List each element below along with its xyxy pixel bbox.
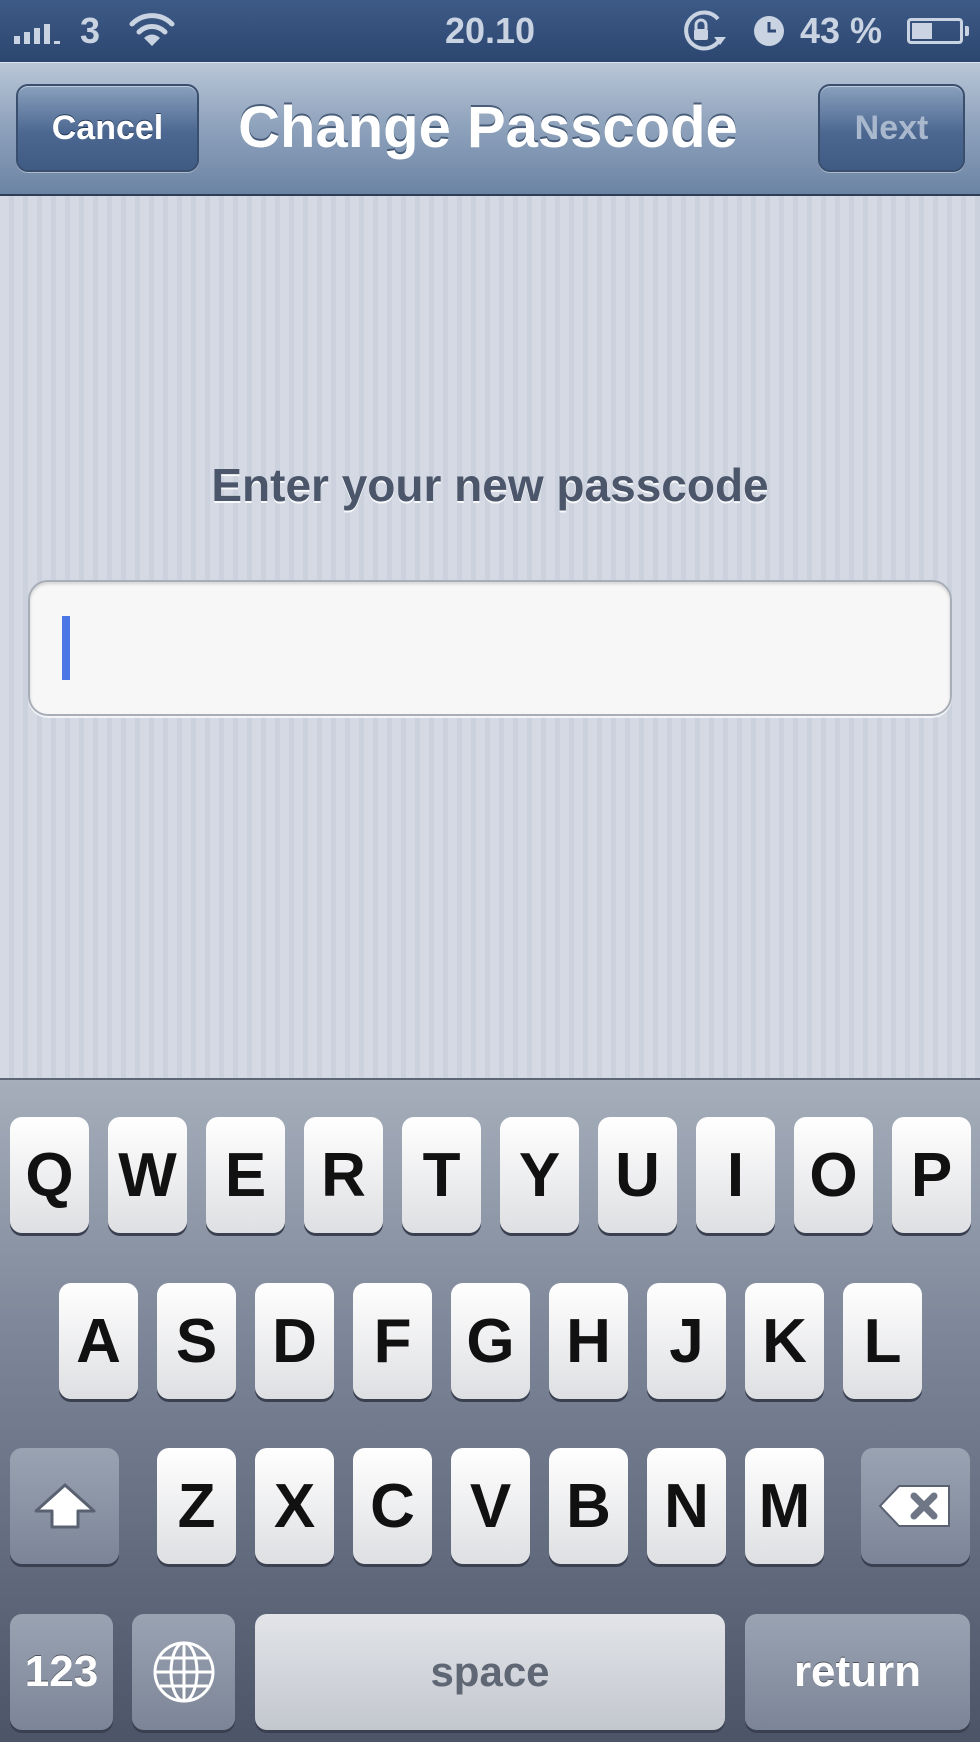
key-d[interactable]: D <box>255 1283 334 1399</box>
navigation-bar: Change Passcode Cancel Next <box>0 62 980 196</box>
shift-key[interactable] <box>10 1448 119 1564</box>
key-y[interactable]: Y <box>500 1117 579 1233</box>
cancel-button[interactable]: Cancel <box>16 84 199 172</box>
key-i[interactable]: I <box>696 1117 775 1233</box>
key-w[interactable]: W <box>108 1117 187 1233</box>
alarm-clock-icon <box>752 0 786 62</box>
numbers-key[interactable]: 123 <box>10 1614 113 1730</box>
key-c[interactable]: C <box>353 1448 432 1564</box>
key-o[interactable]: O <box>794 1117 873 1233</box>
key-n[interactable]: N <box>647 1448 726 1564</box>
shift-icon <box>34 1483 95 1529</box>
return-key[interactable]: return <box>745 1614 970 1730</box>
key-f[interactable]: F <box>353 1283 432 1399</box>
globe-icon <box>153 1641 214 1703</box>
backspace-icon <box>878 1485 950 1527</box>
rotation-lock-icon <box>678 0 730 62</box>
keyboard: Q W E R T Y U I O P A S D F G H J K L Z … <box>0 1078 980 1742</box>
status-bar: 3 20.10 43 % <box>0 0 980 62</box>
next-button[interactable]: Next <box>818 84 965 172</box>
passcode-prompt: Enter your new passcode <box>211 459 769 511</box>
key-u[interactable]: U <box>598 1117 677 1233</box>
backspace-key[interactable] <box>861 1448 970 1564</box>
key-r[interactable]: R <box>304 1117 383 1233</box>
battery-icon <box>907 0 969 62</box>
key-v[interactable]: V <box>451 1448 530 1564</box>
key-z[interactable]: Z <box>157 1448 236 1564</box>
key-s[interactable]: S <box>157 1283 236 1399</box>
key-e[interactable]: E <box>206 1117 285 1233</box>
space-key[interactable]: space <box>255 1614 725 1730</box>
key-q[interactable]: Q <box>10 1117 89 1233</box>
key-p[interactable]: P <box>892 1117 971 1233</box>
key-b[interactable]: B <box>549 1448 628 1564</box>
key-g[interactable]: G <box>451 1283 530 1399</box>
key-l[interactable]: L <box>843 1283 922 1399</box>
passcode-input[interactable] <box>28 580 952 716</box>
key-k[interactable]: K <box>745 1283 824 1399</box>
key-h[interactable]: H <box>549 1283 628 1399</box>
battery-percent: 43 % <box>800 10 883 51</box>
key-a[interactable]: A <box>59 1283 138 1399</box>
key-t[interactable]: T <box>402 1117 481 1233</box>
globe-key[interactable] <box>132 1614 235 1730</box>
passcode-panel: Enter your new passcode <box>0 196 980 1078</box>
key-m[interactable]: M <box>745 1448 824 1564</box>
key-x[interactable]: X <box>255 1448 334 1564</box>
key-j[interactable]: J <box>647 1283 726 1399</box>
text-cursor <box>62 616 70 680</box>
